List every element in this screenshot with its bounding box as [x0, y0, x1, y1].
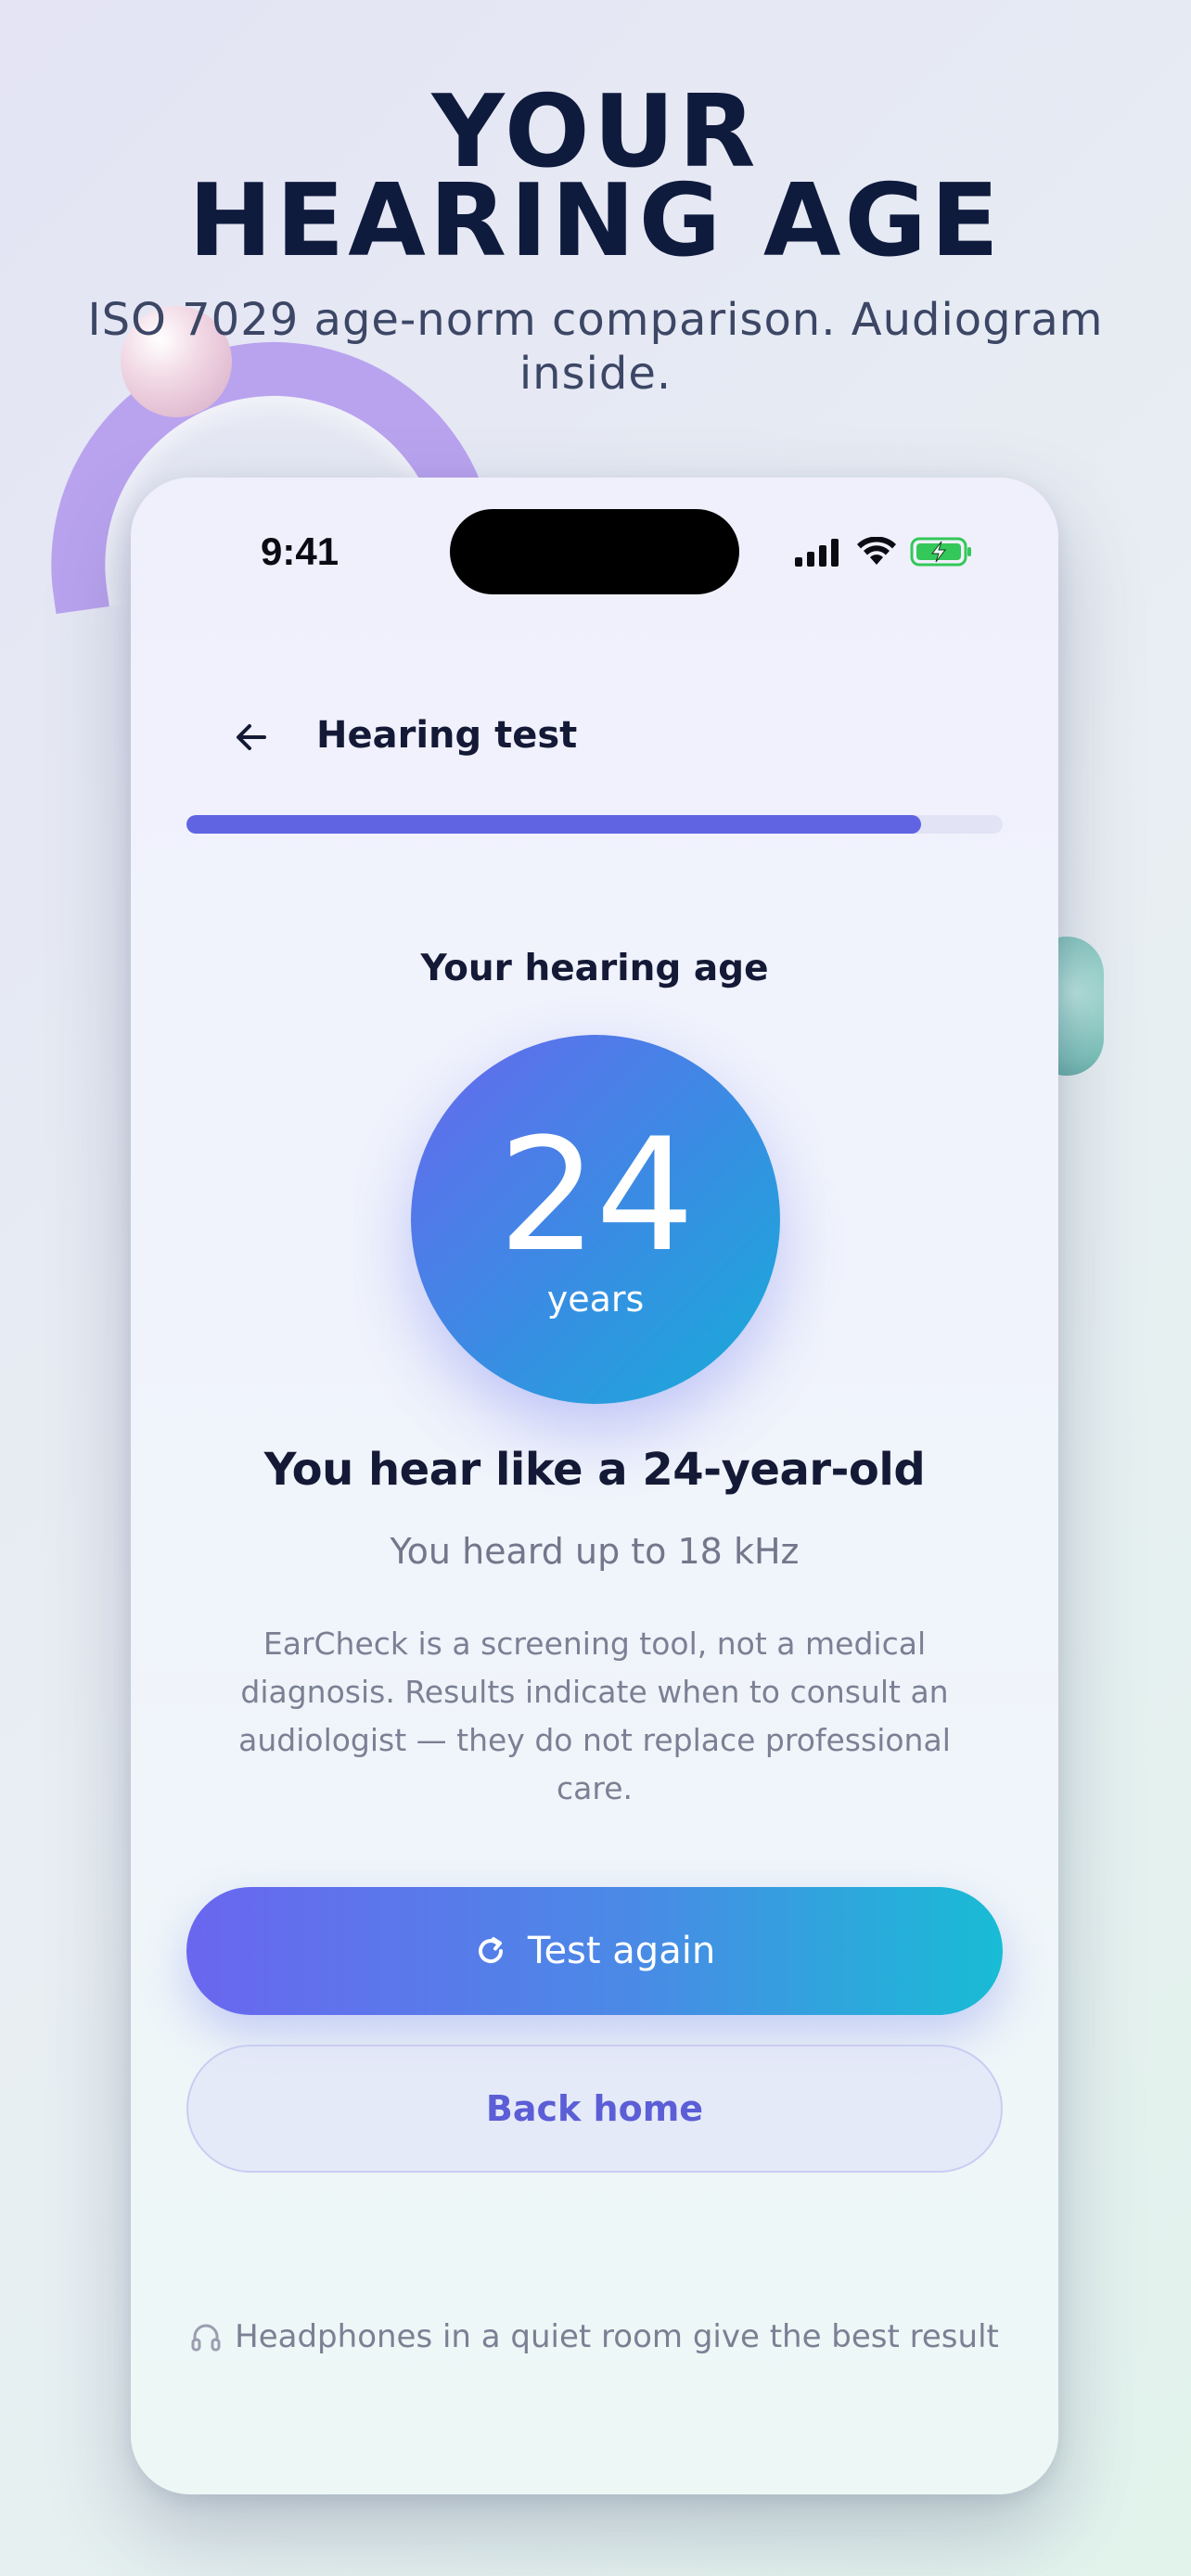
signal-icon — [795, 539, 839, 567]
phone-screen: 9:41 Hearing test Your hearing age 24 ye… — [131, 478, 1058, 2494]
test-again-label: Test again — [527, 1930, 716, 1972]
hearing-age-value: 24 — [498, 1104, 695, 1286]
medical-disclaimer: EarCheck is a screening tool, not a medi… — [238, 1626, 951, 1806]
back-home-button[interactable]: Back home — [186, 2045, 1003, 2173]
arrow-left-icon — [237, 724, 266, 750]
wifi-icon — [857, 537, 896, 565]
hero-title: YOUR HEARING AGE — [0, 83, 1191, 279]
status-time: 9:41 — [261, 529, 339, 573]
headphones-icon — [191, 2324, 221, 2352]
dynamic-island — [450, 509, 739, 594]
battery-charging-icon — [910, 537, 971, 567]
result-detail: You heard up to 18 kHz — [390, 1531, 800, 1572]
section-label: Your hearing age — [420, 948, 769, 989]
hearing-age-badge: 24 years — [411, 1035, 780, 1404]
progress-fill — [186, 815, 921, 834]
hero-title-line2: HEARING AGE — [188, 163, 1003, 279]
progress-bar — [186, 815, 1003, 834]
page-title: Hearing test — [316, 714, 578, 757]
result-headline: You hear like a 24-year-old — [263, 1444, 926, 1496]
back-button[interactable] — [214, 700, 288, 774]
back-home-label: Back home — [485, 2088, 704, 2129]
tip-row: Headphones in a quiet room give the best… — [131, 2318, 1058, 2355]
hero-subtitle: ISO 7029 age-norm comparison. Audiogram … — [87, 294, 1104, 400]
tip-text: Headphones in a quiet room give the best… — [235, 2318, 999, 2355]
refresh-icon — [478, 1937, 503, 1964]
hearing-age-unit: years — [546, 1279, 645, 1320]
status-icons — [795, 535, 973, 568]
test-again-button[interactable]: Test again — [186, 1887, 1003, 2015]
